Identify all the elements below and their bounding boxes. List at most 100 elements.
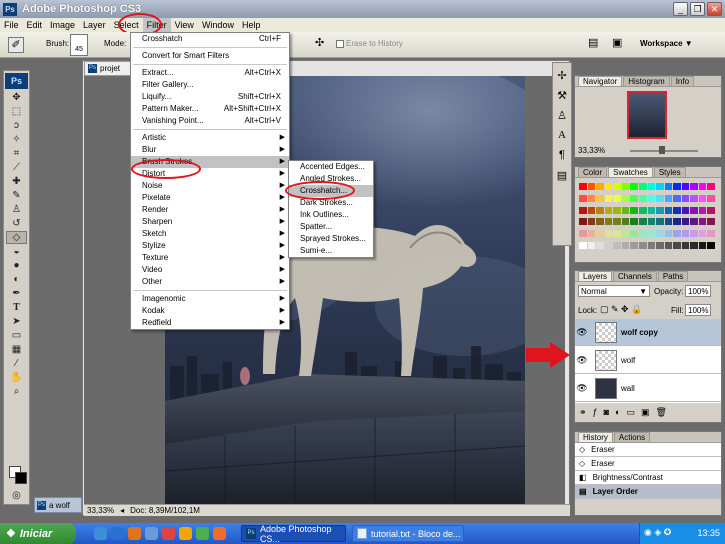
blur-tool-icon[interactable]: ● (6, 259, 27, 272)
submenu-item-spatter[interactable]: Spatter... (289, 221, 373, 233)
swatch-cell[interactable] (656, 183, 664, 190)
visibility-eye-icon[interactable]: 👁 (575, 355, 589, 366)
menu-item-kodak[interactable]: Kodak ▶ (131, 305, 289, 317)
submenu-item-ink-outlines[interactable]: Ink Outlines... (289, 209, 373, 221)
swatch-cell[interactable] (630, 206, 638, 214)
lock-icons[interactable]: ▢ ✎ ✥ 🔒 (600, 304, 642, 315)
swatch-cell[interactable] (621, 194, 630, 202)
swatch-cell[interactable] (707, 183, 715, 190)
swatch-cell[interactable] (596, 183, 604, 190)
zoom-readout[interactable]: 33,33% (87, 506, 114, 515)
swatch-cell[interactable] (698, 194, 707, 202)
minimized-document[interactable]: Ps a wolf (34, 497, 82, 513)
menu-layer[interactable]: Layer (79, 18, 110, 32)
swatch-cell[interactable] (621, 183, 630, 190)
menu-item-pattern-maker[interactable]: Pattern Maker... Alt+Shift+Ctrl+X (131, 103, 289, 115)
slice-tool-icon[interactable]: ⟋ (6, 161, 27, 174)
menu-image[interactable]: Image (46, 18, 79, 32)
submenu-item-sprayed-strokes[interactable]: Sprayed Strokes... (289, 233, 373, 245)
swatch-cell[interactable] (664, 242, 673, 250)
swatch-cell[interactable] (604, 242, 613, 250)
menu-item-brush-strokes[interactable]: Brush Strokes ▶ (131, 156, 289, 168)
menu-item-texture[interactable]: Texture ▶ (131, 252, 289, 264)
menu-help[interactable]: Help (238, 18, 265, 32)
swatch-cell[interactable] (673, 183, 681, 190)
swatch-cell[interactable] (656, 218, 664, 226)
swatch-cell[interactable] (656, 230, 664, 238)
swatch-cell[interactable] (656, 194, 664, 202)
menu-item-filter-gallery[interactable]: Filter Gallery... (131, 79, 289, 91)
eraser-tool-icon[interactable]: ◇ (6, 231, 27, 244)
swatch-cell[interactable] (579, 242, 587, 250)
submenu-item-dark-strokes[interactable]: Dark Strokes... (289, 197, 373, 209)
tab-layers[interactable]: Layers (578, 271, 613, 281)
swatch-cell[interactable] (587, 206, 596, 214)
tray-icons[interactable]: ◉ ◈ ✪ (644, 527, 671, 538)
swatch-cell[interactable] (621, 218, 630, 226)
swatch-cell[interactable] (647, 194, 656, 202)
navigator-slider-handle[interactable] (659, 146, 665, 154)
quicklaunch-chrome-icon[interactable] (162, 527, 175, 540)
swatch-cell[interactable] (630, 218, 638, 226)
layer-row[interactable]: 👁 wolf copy (575, 319, 721, 346)
hand-tool-icon[interactable]: ✋ (6, 371, 27, 384)
swatch-cell[interactable] (673, 242, 681, 250)
visibility-eye-icon[interactable]: 👁 (575, 327, 589, 338)
close-button[interactable]: ✕ (707, 2, 722, 16)
swatch-cell[interactable] (613, 183, 621, 190)
new-layer-icon[interactable]: ▣ (641, 407, 656, 417)
menu-item-artistic[interactable]: Artistic ▶ (131, 132, 289, 144)
quicklaunch-app-icon[interactable] (145, 527, 158, 540)
tab-styles[interactable]: Styles (653, 167, 686, 177)
swatch-cell[interactable] (613, 230, 621, 238)
paragraph-panel-icon[interactable]: ¶ (554, 147, 570, 163)
menu-edit[interactable]: Edit (23, 18, 47, 32)
swatch-cell[interactable] (681, 242, 690, 250)
menu-item-imagenomic[interactable]: Imagenomic ▶ (131, 293, 289, 305)
swatch-cell[interactable] (707, 218, 715, 226)
swatch-cell[interactable] (664, 183, 673, 190)
magic-wand-tool-icon[interactable]: ✧ (6, 133, 27, 146)
swatch-cell[interactable] (664, 230, 673, 238)
quicklaunch-explorer-icon[interactable] (94, 527, 107, 540)
menu-item-sketch[interactable]: Sketch ▶ (131, 228, 289, 240)
swatch-cell[interactable] (587, 242, 596, 250)
clone-stamp-tool-icon[interactable]: ♙ (6, 203, 27, 216)
quicklaunch-media-icon[interactable] (179, 527, 192, 540)
swatch-cell[interactable] (681, 183, 690, 190)
swatch-cell[interactable] (707, 194, 715, 202)
swatch-cell[interactable] (638, 230, 647, 238)
swatch-cell[interactable] (673, 230, 681, 238)
swatch-grid[interactable] (579, 183, 715, 253)
swatch-cell[interactable] (596, 194, 604, 202)
menu-select[interactable]: Select (110, 18, 143, 32)
menu-item-blur[interactable]: Blur ▶ (131, 144, 289, 156)
swatch-cell[interactable] (698, 206, 707, 214)
taskbar-item-photoshop[interactable]: Ps Adobe Photoshop CS... (241, 524, 346, 544)
swatch-cell[interactable] (604, 206, 613, 214)
swatch-cell[interactable] (681, 230, 690, 238)
adjustment-layer-icon[interactable]: ◐ (615, 407, 626, 417)
menu-item-vanishing-point[interactable]: Vanishing Point... Alt+Ctrl+V (131, 115, 289, 127)
tab-swatches[interactable]: Swatches (608, 167, 653, 177)
swatch-cell[interactable] (698, 183, 707, 190)
menu-filter[interactable]: Filter (142, 18, 171, 32)
quicklaunch-firefox2-icon[interactable] (213, 527, 226, 540)
swatch-cell[interactable] (698, 230, 707, 238)
history-item[interactable]: ▤ Layer Order (575, 485, 721, 499)
swatch-cell[interactable] (690, 194, 698, 202)
character-panel-icon[interactable]: A (554, 127, 570, 143)
lasso-tool-icon[interactable]: ↄ (6, 119, 27, 132)
swatch-cell[interactable] (690, 206, 698, 214)
quicklaunch-firefox-icon[interactable] (128, 527, 141, 540)
swatch-cell[interactable] (579, 230, 587, 238)
swatch-cell[interactable] (673, 194, 681, 202)
healing-brush-tool-icon[interactable]: ✚ (6, 175, 27, 188)
paint-bucket-tool-icon[interactable]: ◒ (6, 245, 27, 258)
quicklaunch-messenger-icon[interactable] (196, 527, 209, 540)
swatch-cell[interactable] (604, 183, 613, 190)
opacity-value[interactable]: 100% (685, 285, 711, 297)
swatch-cell[interactable] (621, 230, 630, 238)
type-tool-icon[interactable]: T (6, 301, 27, 314)
delete-layer-icon[interactable]: 🗑 (655, 407, 672, 417)
